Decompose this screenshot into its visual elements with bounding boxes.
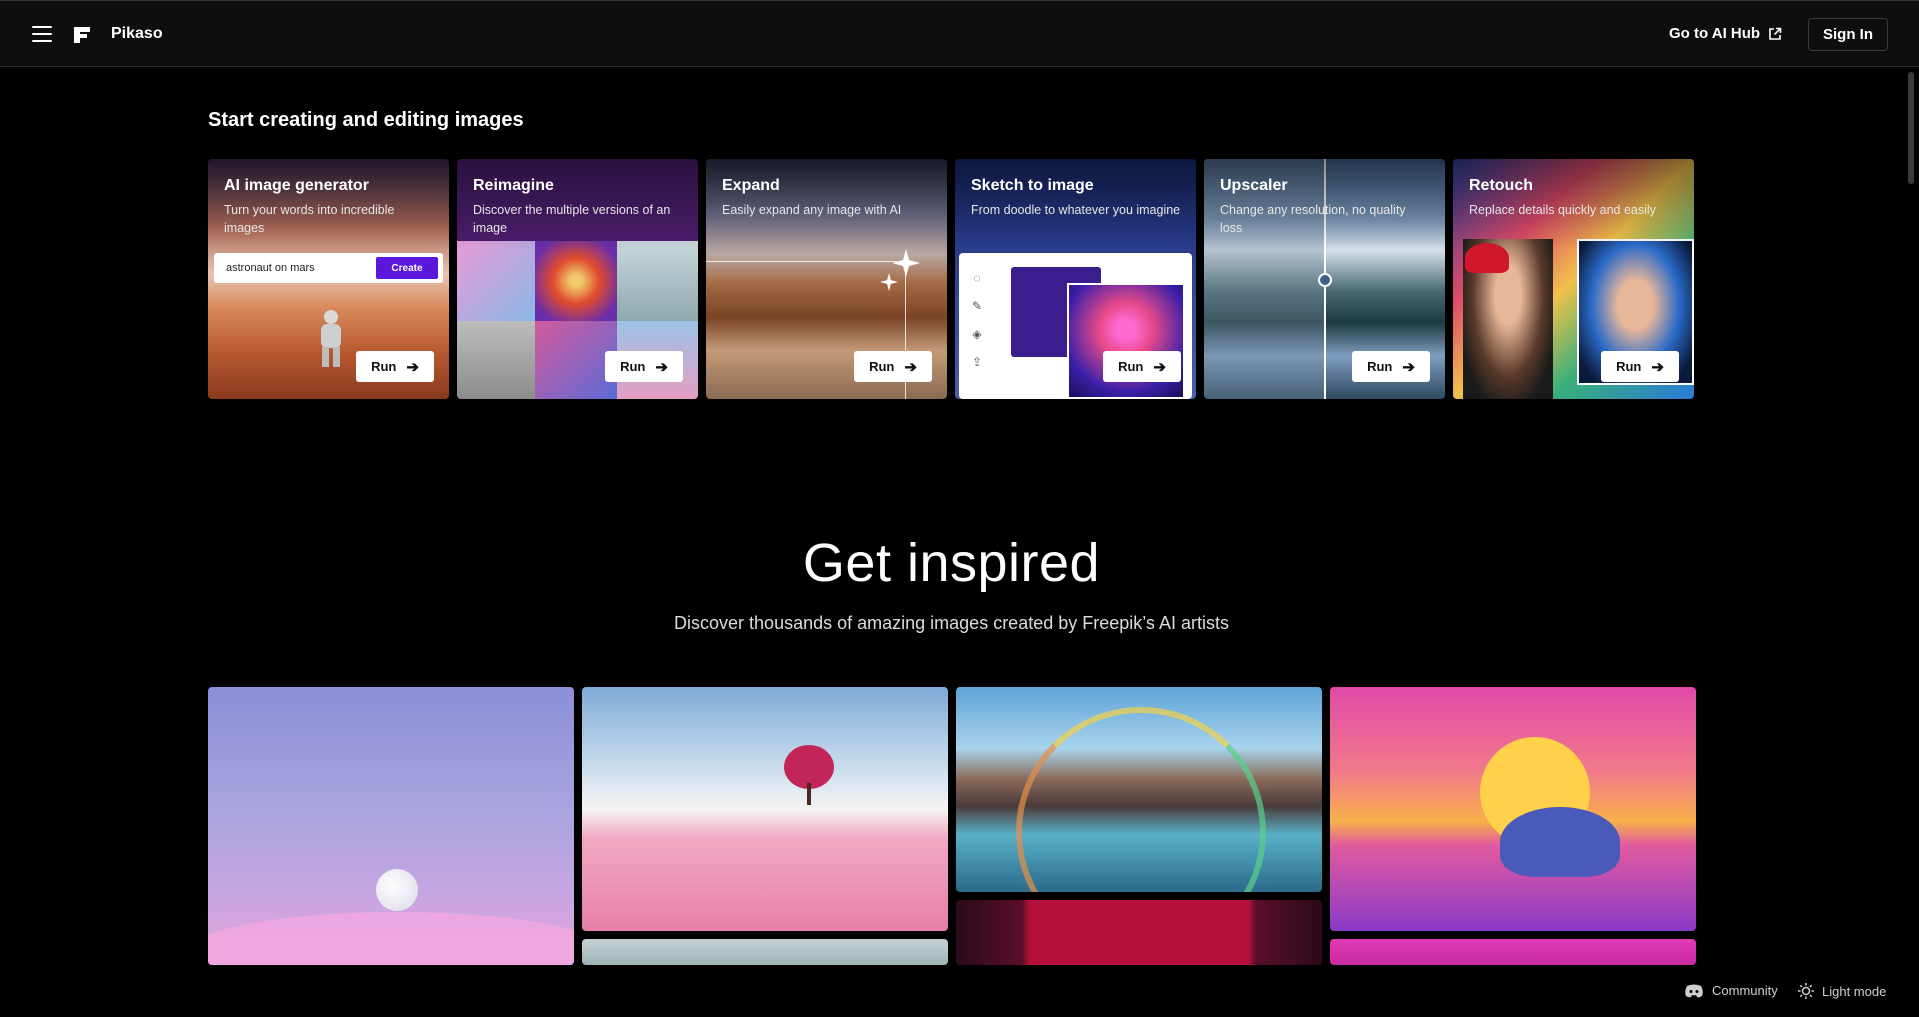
run-button[interactable]: Run ➔ [1103, 351, 1181, 382]
gallery-image-pink-tree[interactable] [582, 687, 948, 931]
gallery-image-red-curtain[interactable] [956, 900, 1322, 965]
run-button[interactable]: Run ➔ [605, 351, 683, 382]
card-description: From doodle to whatever you imagine [971, 203, 1181, 217]
create-button[interactable]: Create [376, 257, 438, 279]
brand-name[interactable]: Pikaso [111, 25, 163, 43]
gallery-image-dolphin-sunset[interactable] [1330, 687, 1696, 931]
card-title: Retouch [1469, 177, 1533, 194]
run-button[interactable]: Run ➔ [1352, 351, 1430, 382]
run-label: Run [371, 359, 397, 374]
tool-card-retouch[interactable]: Retouch Replace details quickly and easi… [1453, 159, 1694, 399]
tool-card-sketch-to-image[interactable]: ◌ ✎ ◈ ⇪ Sketch to image From doodle to w… [955, 159, 1196, 399]
go-to-ai-hub-link[interactable]: Go to AI Hub [1669, 25, 1782, 42]
sketch-toolbar: ◌ ✎ ◈ ⇪ [965, 263, 989, 393]
brush-icon[interactable]: ✎ [972, 299, 982, 313]
run-label: Run [1118, 359, 1144, 374]
card-title: Sketch to image [971, 177, 1094, 194]
tool-card-upscaler[interactable]: Upscaler Change any resolution, no quali… [1204, 159, 1445, 399]
run-label: Run [1367, 359, 1393, 374]
tool-card-reimagine[interactable]: Reimagine Discover the multiple versions… [457, 159, 698, 399]
run-button[interactable]: Run ➔ [356, 351, 434, 382]
arrow-right-icon: ➔ [1651, 358, 1664, 376]
tool-card-ai-image-generator[interactable]: AI image generator Turn your words into … [208, 159, 449, 399]
run-button[interactable]: Run ➔ [854, 351, 932, 382]
scrollbar-thumb[interactable] [1908, 72, 1914, 184]
run-label: Run [1616, 359, 1642, 374]
community-link[interactable]: Community [1684, 983, 1778, 998]
prompt-input[interactable]: astronaut on mars Create [214, 253, 443, 283]
light-mode-toggle[interactable]: Light mode [1798, 983, 1886, 999]
sun-icon [1798, 983, 1814, 999]
freepik-logo-icon[interactable] [72, 25, 92, 45]
card-title: AI image generator [224, 177, 369, 194]
discord-icon [1685, 984, 1703, 997]
run-label: Run [869, 359, 895, 374]
sign-in-button[interactable]: Sign In [1808, 18, 1888, 51]
tools-section-title: Start creating and editing images [208, 109, 524, 131]
gallery-image-grey-sky[interactable] [582, 939, 948, 965]
light-mode-label: Light mode [1822, 983, 1887, 999]
compare-handle[interactable] [1318, 273, 1332, 287]
inspire-title: Get inspired [802, 533, 1101, 593]
gallery-image-magenta[interactable] [1330, 939, 1696, 965]
card-description: Change any resolution, no quality loss [1220, 203, 1406, 235]
prompt-value: astronaut on mars [226, 262, 315, 274]
upload-icon[interactable]: ⇪ [972, 355, 982, 369]
gallery-image-rainbow-mountain[interactable] [956, 687, 1322, 892]
astronaut-figure [321, 310, 341, 367]
card-description: Replace details quickly and easily [1469, 203, 1656, 217]
shapes-icon[interactable]: ◈ [972, 327, 981, 341]
arrow-right-icon: ➔ [655, 358, 668, 376]
card-title: Upscaler [1220, 177, 1288, 194]
card-title: Reimagine [473, 177, 554, 194]
arrow-right-icon: ➔ [406, 358, 419, 376]
tool-cards: AI image generator Turn your words into … [208, 159, 1694, 399]
lasso-icon[interactable]: ◌ [973, 271, 980, 285]
external-link-icon [1769, 27, 1782, 40]
hub-link-label: Go to AI Hub [1669, 25, 1761, 42]
hamburger-menu-icon[interactable] [32, 26, 52, 42]
card-description: Turn your words into incredible images [224, 203, 395, 235]
arrow-right-icon: ➔ [1153, 358, 1166, 376]
arrow-right-icon: ➔ [1402, 358, 1415, 376]
gallery-image-moon-sky[interactable] [208, 687, 574, 965]
card-description: Easily expand any image with AI [722, 203, 902, 217]
tool-card-expand[interactable]: Expand Easily expand any image with AI R… [706, 159, 947, 399]
top-bar: Pikaso Go to AI Hub Sign In [0, 0, 1919, 67]
card-description: Discover the multiple versions of an ima… [473, 203, 671, 235]
arrow-right-icon: ➔ [904, 358, 917, 376]
sparkle-small-icon [880, 273, 898, 291]
community-label: Community [1712, 983, 1778, 998]
card-title: Expand [722, 177, 780, 194]
run-button[interactable]: Run ➔ [1601, 351, 1679, 382]
run-label: Run [620, 359, 646, 374]
inspire-subtitle: Discover thousands of amazing images cre… [674, 613, 1229, 633]
